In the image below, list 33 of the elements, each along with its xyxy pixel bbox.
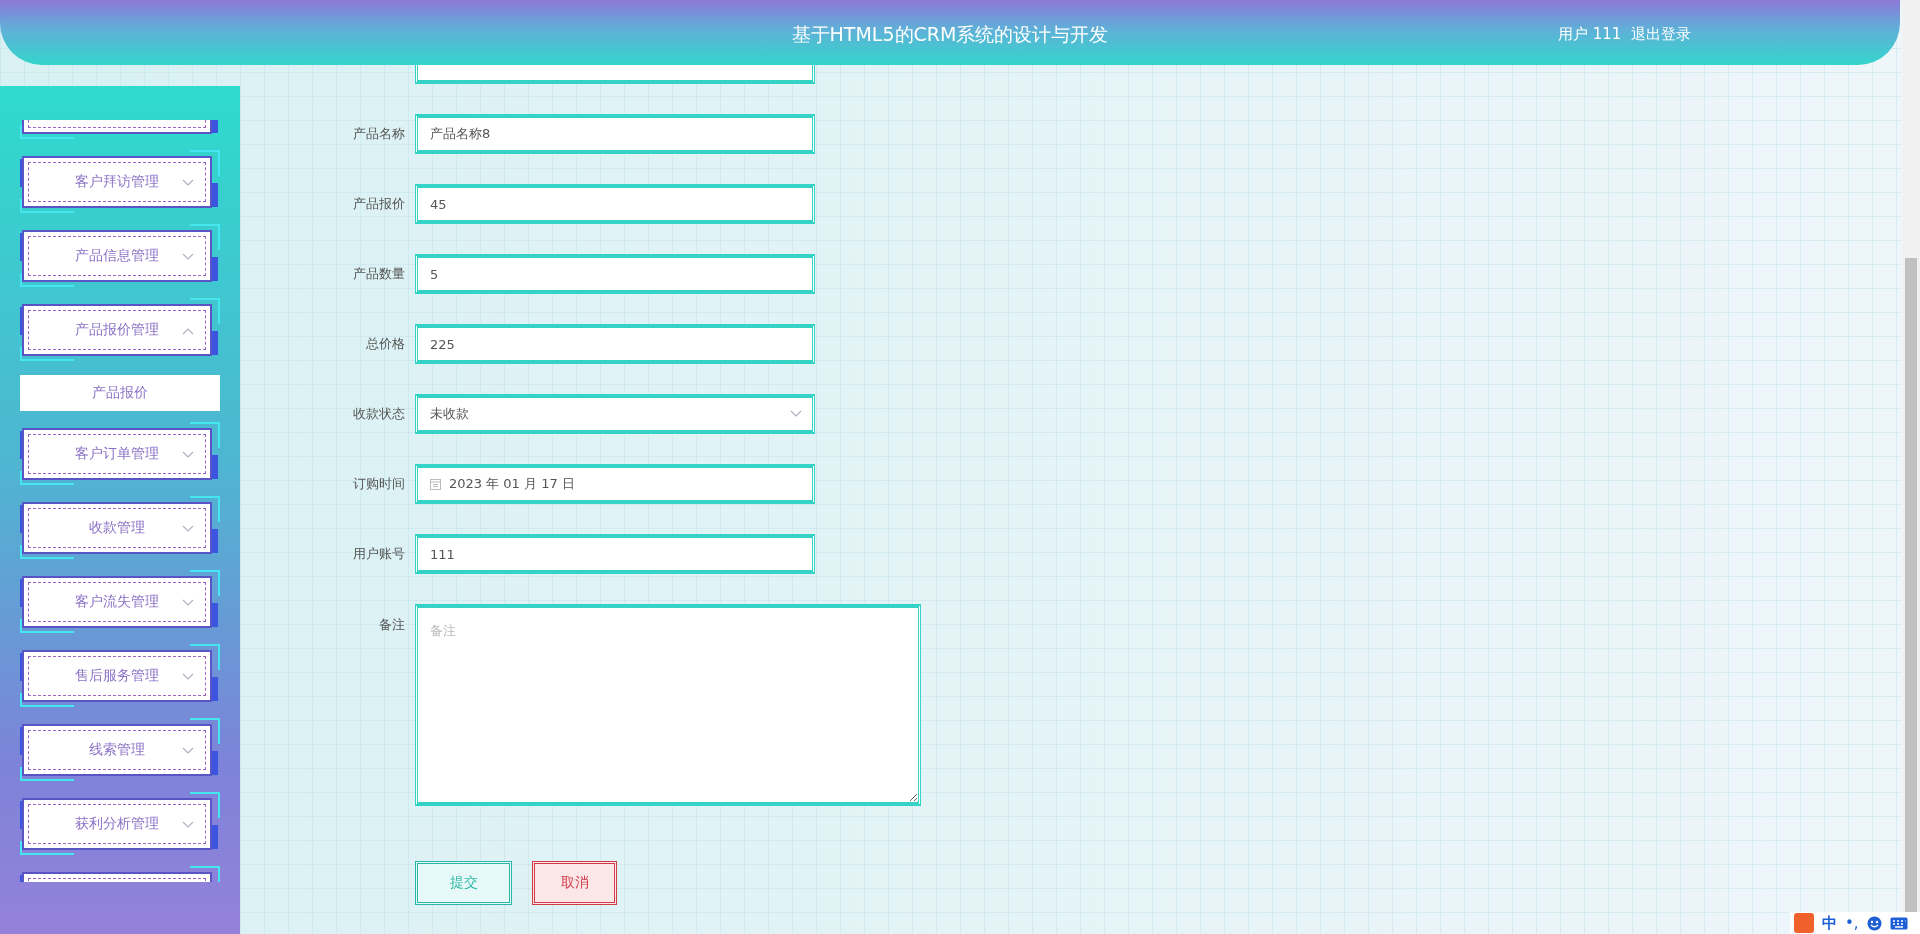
menu-item[interactable]: 产品报价管理	[22, 304, 212, 356]
user-label: 用户 111	[1558, 25, 1622, 44]
menu-item[interactable]: 客户拜访管理	[22, 156, 212, 208]
field-label: 产品名称	[352, 125, 406, 143]
menu-item[interactable]: 售后服务管理	[22, 650, 212, 702]
menu-item[interactable]: 客户订单管理	[22, 428, 212, 480]
text-field[interactable]: 5	[415, 254, 815, 294]
menu-item[interactable]: 线索管理	[22, 724, 212, 776]
text-field[interactable]: 111	[415, 534, 815, 574]
field-label: 用户账号	[352, 545, 406, 563]
ime-punctuation[interactable]: •,	[1845, 914, 1859, 932]
field-label: 收款状态	[352, 405, 406, 423]
field-label: 备注	[378, 616, 406, 634]
field-label: 产品数量	[352, 265, 406, 283]
menu-item[interactable]: 客户流失管理	[22, 576, 212, 628]
logout-link[interactable]: 退出登录	[1631, 25, 1692, 44]
submenu-item[interactable]: 产品报价	[20, 375, 220, 411]
text-field[interactable]: 225	[415, 324, 815, 364]
menu-item[interactable]: 产品信息管理	[22, 230, 212, 282]
select-field[interactable]: 未收款	[415, 394, 815, 434]
text-field[interactable]: 45	[415, 184, 815, 224]
cancel-button[interactable]: 取消	[532, 861, 617, 905]
menu-item[interactable]: 获利分析管理	[22, 798, 212, 850]
ime-mode[interactable]: 中	[1822, 913, 1837, 933]
text-field[interactable]: 产品名称8	[415, 114, 815, 154]
remarks-field[interactable]: 备注	[415, 604, 921, 806]
submit-button[interactable]: 提交	[415, 861, 512, 905]
field-label: 产品报价	[352, 195, 406, 213]
page-title: 基于HTML5的CRM系统的设计与开发	[791, 23, 1109, 45]
date-field[interactable]: 2023 年 01 月 17 日	[415, 464, 815, 504]
field-label: 订购时间	[352, 475, 406, 493]
field-label: 总价格	[365, 335, 406, 353]
menu-item[interactable]: 收款管理	[22, 502, 212, 554]
